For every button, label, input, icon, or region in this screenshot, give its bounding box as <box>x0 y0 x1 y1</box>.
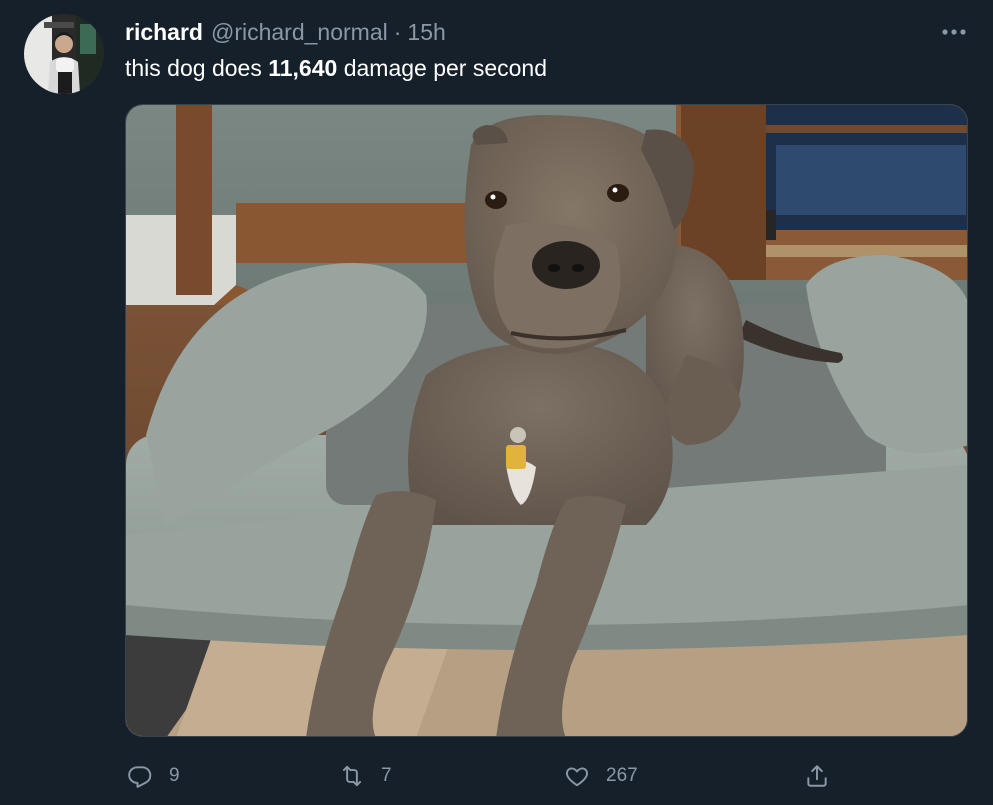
reply-count: 9 <box>169 765 180 786</box>
retweet-count: 7 <box>381 765 392 786</box>
tweet-text-bold: 11,640 <box>268 55 338 81</box>
tweet-actions: 9 7 267 <box>125 760 845 792</box>
like-icon <box>562 761 592 791</box>
share-button[interactable] <box>802 760 832 792</box>
more-button[interactable] <box>937 18 971 46</box>
header-separator: · <box>393 18 402 45</box>
more-icon <box>942 29 966 35</box>
avatar-image <box>24 14 104 94</box>
reply-button[interactable]: 9 <box>125 760 180 792</box>
tweet: richard @richard_normal · 15h this dog d… <box>0 0 993 805</box>
tweet-text: this dog does 11,640 damage per second <box>125 52 547 84</box>
reply-icon <box>125 761 155 791</box>
dog-on-bed-photo <box>126 105 967 736</box>
tweet-text-start: this dog does <box>125 55 269 81</box>
share-icon <box>802 761 832 791</box>
tweet-header: richard @richard_normal · 15h <box>125 17 446 47</box>
tweet-text-end: damage per second <box>337 55 548 81</box>
tweet-photo[interactable] <box>125 104 968 737</box>
retweet-icon <box>337 761 367 791</box>
retweet-button[interactable]: 7 <box>337 760 392 792</box>
avatar[interactable] <box>24 14 104 94</box>
like-button[interactable]: 267 <box>562 760 638 792</box>
tweet-timestamp[interactable]: 15h <box>407 19 445 46</box>
author-display-name[interactable]: richard <box>125 19 203 46</box>
like-count: 267 <box>606 765 638 786</box>
author-handle[interactable]: @richard_normal <box>211 19 388 46</box>
